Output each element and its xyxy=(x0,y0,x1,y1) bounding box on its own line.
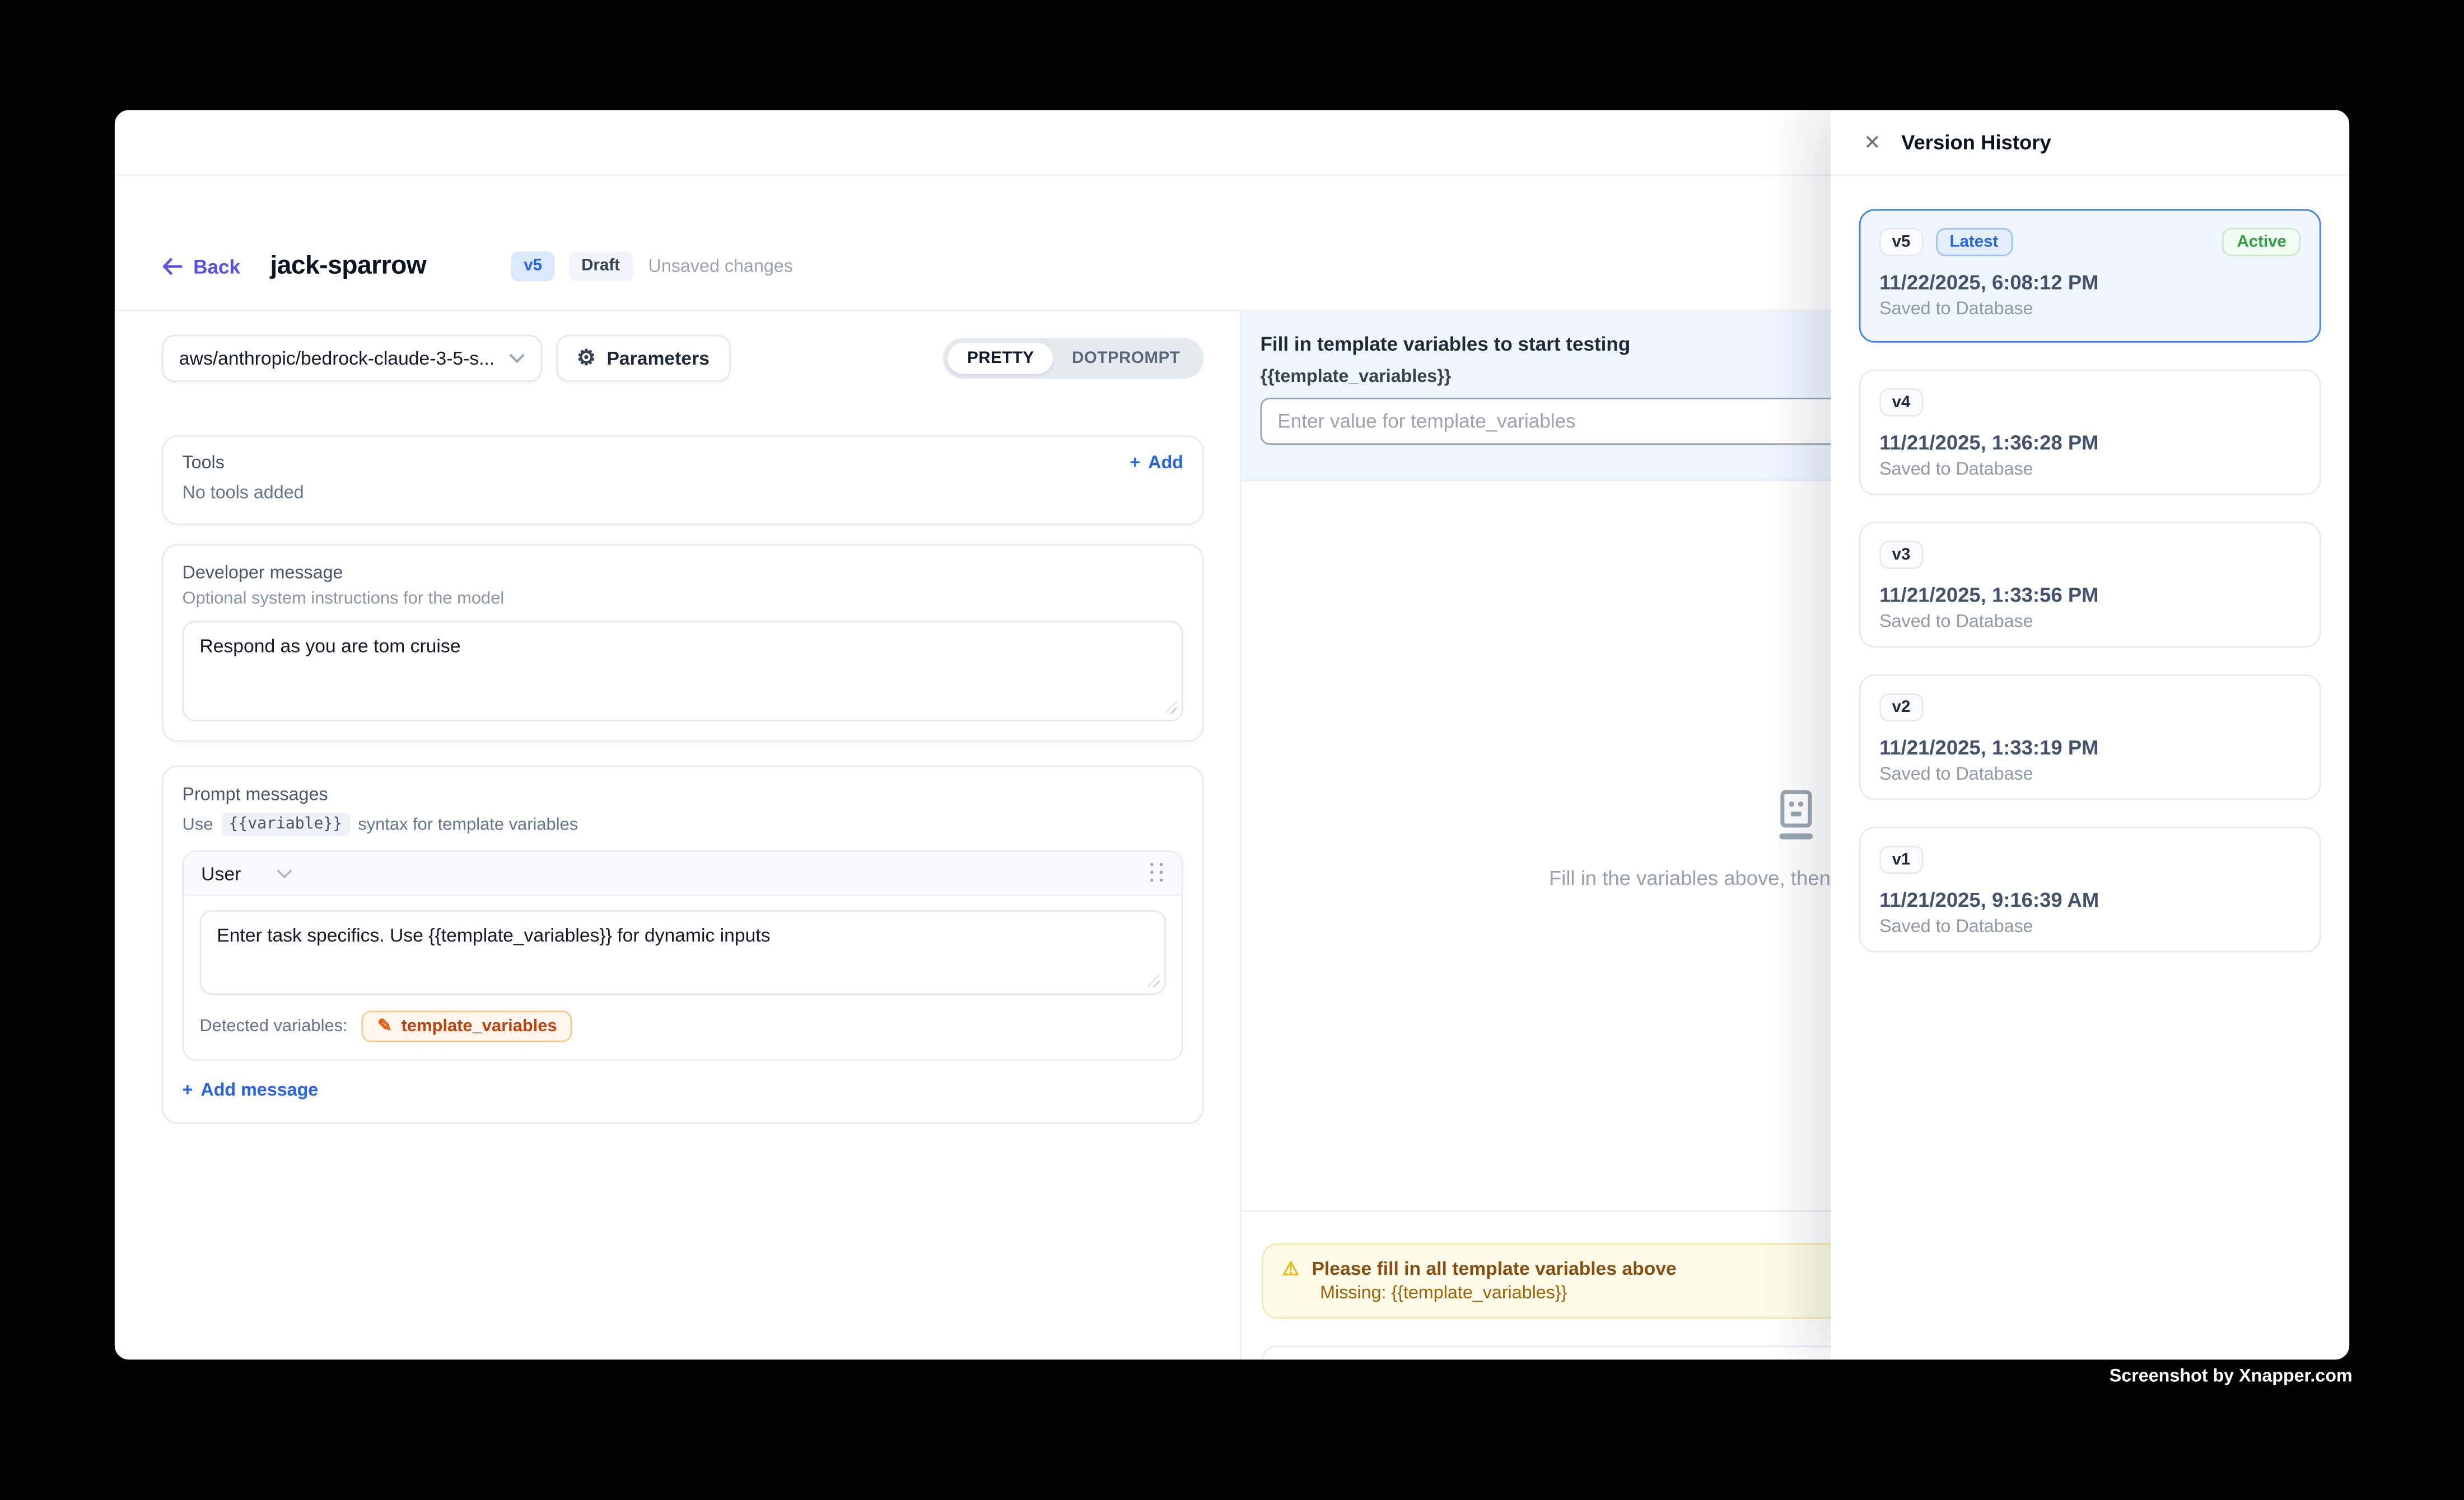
add-message-button[interactable]: + Add message xyxy=(183,1082,1183,1101)
draft-badge: Draft xyxy=(569,252,633,281)
warning-title: Please fill in all template variables ab… xyxy=(1312,1257,1676,1279)
version-chip: v4 xyxy=(1879,388,1923,417)
model-toolbar: aws/anthropic/bedrock-claude-3-5-s... ⚙ … xyxy=(162,335,1203,382)
developer-message-title: Developer message xyxy=(183,564,1183,583)
watermark: Screenshot by Xnapper.com xyxy=(2110,1367,2353,1386)
model-select[interactable]: aws/anthropic/bedrock-claude-3-5-s... xyxy=(162,335,542,382)
back-button[interactable]: Back xyxy=(162,255,240,277)
developer-message-textarea[interactable]: Respond as you are tom cruise xyxy=(183,621,1183,721)
version-card-v4[interactable]: v4 11/21/2025, 1:36:28 PM Saved to Datab… xyxy=(1859,369,2321,495)
version-saved-label: Saved to Database xyxy=(1879,460,2300,479)
version-timestamp: 11/21/2025, 9:16:39 AM xyxy=(1879,888,2300,911)
warning-icon: ⚠ xyxy=(1282,1259,1299,1278)
version-chip: v5 xyxy=(1879,228,1923,257)
prompt-messages-title: Prompt messages xyxy=(183,786,1183,805)
back-arrow-icon xyxy=(162,258,182,275)
gear-icon: ⚙ xyxy=(577,348,596,369)
pencil-icon: ✎ xyxy=(377,1018,392,1035)
version-card-v5[interactable]: v5 Latest Active 11/22/2025, 6:08:12 PM … xyxy=(1859,209,2321,343)
version-card-v3[interactable]: v3 11/21/2025, 1:33:56 PM Saved to Datab… xyxy=(1859,522,2321,647)
version-chip: v2 xyxy=(1879,693,1923,721)
close-icon[interactable]: ✕ xyxy=(1864,132,1881,152)
version-timestamp: 11/21/2025, 1:36:28 PM xyxy=(1879,431,2300,454)
message-textarea[interactable]: Enter task specifics. Use {{template_var… xyxy=(199,910,1166,995)
version-history-drawer: ✕ Version History v5 Latest Active 11/22… xyxy=(1831,110,2349,1359)
back-label: Back xyxy=(193,255,240,277)
version-chip: v1 xyxy=(1879,846,1923,874)
version-timestamp: 11/21/2025, 1:33:56 PM xyxy=(1879,583,2300,607)
version-saved-label: Saved to Database xyxy=(1879,918,2300,937)
model-select-value: aws/anthropic/bedrock-claude-3-5-s... xyxy=(179,347,494,369)
bot-icon xyxy=(1772,789,1819,842)
message-role-select[interactable]: User xyxy=(201,862,293,884)
screenshot-stage: Back jack-sparrow v5 Draft Unsaved chang… xyxy=(0,0,2464,1500)
plus-icon: + xyxy=(183,1082,193,1101)
format-pretty-tab[interactable]: PRETTY xyxy=(948,343,1053,374)
active-badge: Active xyxy=(2223,228,2300,257)
prompt-editor-pane: aws/anthropic/bedrock-claude-3-5-s... ⚙ … xyxy=(115,311,1242,1360)
drawer-header: ✕ Version History xyxy=(1831,110,2349,176)
plus-icon: + xyxy=(1130,454,1140,473)
version-card-v1[interactable]: v1 11/21/2025, 9:16:39 AM Saved to Datab… xyxy=(1859,827,2321,952)
developer-message-subtitle: Optional system instructions for the mod… xyxy=(183,589,1183,608)
version-badge: v5 xyxy=(511,252,555,281)
latest-badge: Latest xyxy=(1935,228,2012,257)
version-saved-label: Saved to Database xyxy=(1879,300,2300,319)
drag-handle-icon[interactable] xyxy=(1150,863,1164,883)
variable-code-chip: {{variable}} xyxy=(221,813,350,836)
format-dotprompt-tab[interactable]: DOTPROMPT xyxy=(1053,343,1199,374)
tools-card: Tools +Add No tools added xyxy=(162,435,1203,525)
add-tool-button[interactable]: +Add xyxy=(1130,454,1183,473)
version-saved-label: Saved to Database xyxy=(1879,613,2300,632)
app-window: Back jack-sparrow v5 Draft Unsaved chang… xyxy=(115,110,2349,1359)
template-syntax-hint: Use {{variable}} syntax for template var… xyxy=(183,813,1183,836)
detected-variables-label: Detected variables: xyxy=(199,1017,347,1036)
parameters-label: Parameters xyxy=(606,347,709,369)
detected-variables-row: Detected variables: ✎ template_variables xyxy=(184,995,1182,1059)
message-block: User Enter task specifics. Use {{templat… xyxy=(183,850,1183,1061)
version-timestamp: 11/22/2025, 6:08:12 PM xyxy=(1879,271,2300,294)
version-chip: v3 xyxy=(1879,541,1923,569)
tools-title: Tools xyxy=(183,454,225,473)
version-timestamp: 11/21/2025, 1:33:19 PM xyxy=(1879,735,2300,759)
parameters-button[interactable]: ⚙ Parameters xyxy=(556,335,730,382)
developer-message-card: Developer message Optional system instru… xyxy=(162,544,1203,742)
tools-empty-label: No tools added xyxy=(183,484,1183,503)
template-variable-badge[interactable]: ✎ template_variables xyxy=(362,1010,573,1042)
chevron-down-icon xyxy=(277,868,293,878)
message-role-value: User xyxy=(201,862,241,884)
prompt-messages-card: Prompt messages Use {{variable}} syntax … xyxy=(162,766,1203,1124)
message-header: User xyxy=(184,852,1182,896)
version-card-v2[interactable]: v2 11/21/2025, 1:33:19 PM Saved to Datab… xyxy=(1859,674,2321,800)
unsaved-changes-label: Unsaved changes xyxy=(648,257,793,276)
page-title: jack-sparrow xyxy=(270,251,426,281)
drawer-title: Version History xyxy=(1901,131,2051,154)
version-saved-label: Saved to Database xyxy=(1879,766,2300,785)
version-list: v5 Latest Active 11/22/2025, 6:08:12 PM … xyxy=(1831,176,2349,985)
chevron-down-icon xyxy=(509,353,525,363)
format-toggle: PRETTY DOTPROMPT xyxy=(944,338,1203,379)
